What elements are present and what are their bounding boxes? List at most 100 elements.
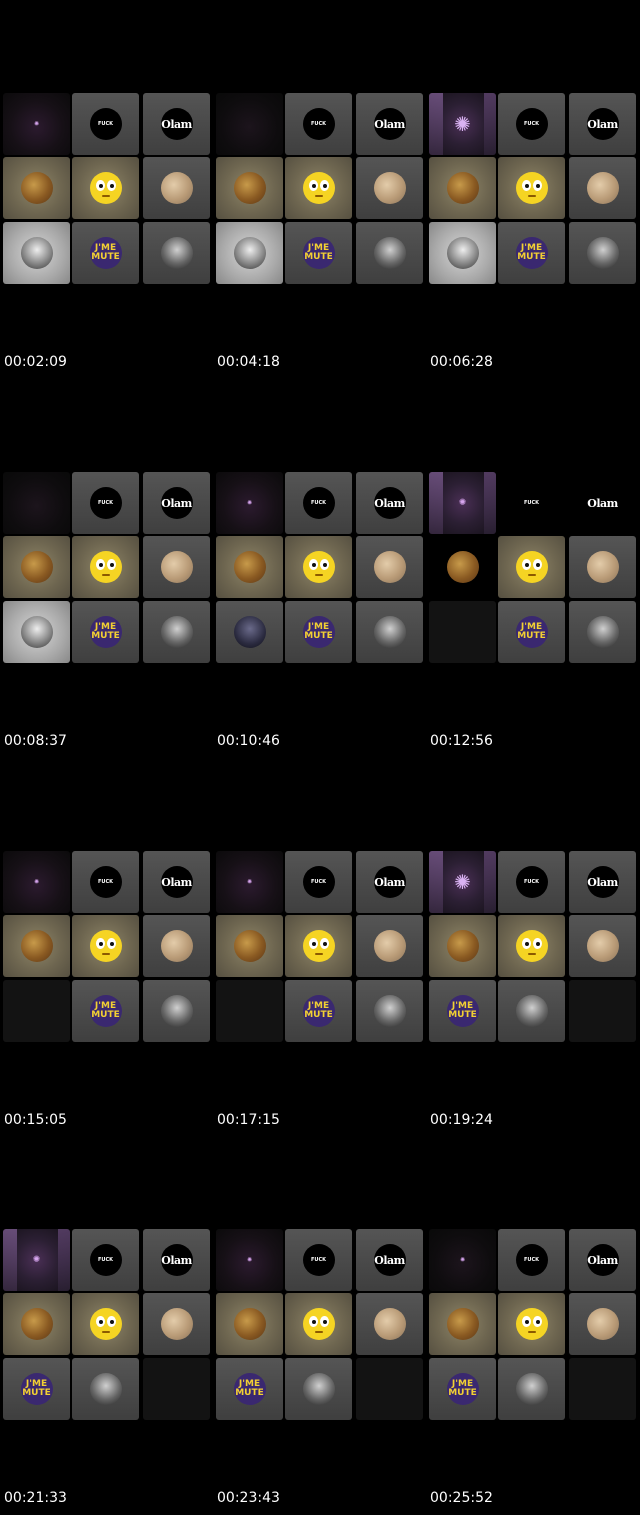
participant-avatar-bw [233,237,266,269]
participant-tile: J'ME MUTE [3,1358,70,1420]
video-frame: FUCK Olam J'ME MUTE [3,472,210,665]
mandala-icon: ✺ [33,120,40,128]
participant-tile: J'ME MUTE [429,980,496,1042]
participant-avatar-fk: FUCK [302,866,335,898]
avatar-text-line2: MUTE [517,631,546,641]
participant-tile: ✺ [429,851,496,913]
avatar-text-olam: Olam [161,496,192,510]
participant-tile [356,1293,423,1355]
video-frame: ✺ FUCK Olam J'ME MUTE [216,851,423,1044]
emoji-face-icon [302,551,335,583]
avatar-text-fuck: FUCK [523,1256,540,1263]
participant-avatar-bw2 [586,237,619,269]
participant-avatar-olam: Olam [160,866,193,898]
participant-tile: ✺ [429,472,496,534]
avatar-text-line2: MUTE [235,1388,264,1398]
participant-tile [3,601,70,663]
participant-avatar-olam: Olam [160,487,193,519]
participant-tile [216,601,283,663]
avatar-text-fuck: FUCK [310,878,327,885]
participant-avatar-jme-mute: J'ME MUTE [515,237,548,269]
participant-avatar-sand [373,930,406,962]
participant-avatar-toy [446,172,479,204]
timestamp-label: 00:23:43 [217,1490,280,1506]
participant-tile: Olam [569,93,636,155]
avatar-text-line2: MUTE [304,631,333,641]
participant-tile: Olam [569,472,636,534]
participant-tile: FUCK [285,1229,352,1291]
participant-tile: FUCK [498,851,565,913]
participant-tile: FUCK [285,93,352,155]
participant-tile [285,915,352,977]
participant-avatar-bw2 [515,1373,548,1405]
mouth [314,574,323,576]
right-eye [319,180,329,191]
participant-tile: Olam [143,851,210,913]
participant-tile [498,157,565,219]
avatar-text-fuck: FUCK [97,499,114,506]
participant-tile [498,980,565,1042]
avatar-text-olam: Olam [587,496,618,510]
mandala-icon: ✺ [32,1255,41,1265]
left-eye [308,559,318,570]
participant-avatar-olam: Olam [373,866,406,898]
participant-avatar-jme-mute: J'ME MUTE [302,237,335,269]
mouth [314,953,323,955]
emoji-face-icon [515,1308,548,1340]
avatar-text-line2: MUTE [448,1010,477,1020]
mandala-icon: ✺ [246,878,253,886]
right-eye [106,180,116,191]
participant-avatar-bw2 [373,995,406,1027]
avatar-text-olam: Olam [374,117,405,131]
participant-tile [143,536,210,598]
participant-tile [285,157,352,219]
left-eye [95,1316,105,1327]
participant-avatar-olam: Olam [373,1244,406,1276]
avatar-text-line2: MUTE [448,1388,477,1398]
participant-tile [3,472,70,534]
participant-tile [143,915,210,977]
participant-avatar-toy [233,1308,266,1340]
participant-avatar-bw2 [160,995,193,1027]
participant-avatar-jme-mute: J'ME MUTE [302,995,335,1027]
participant-tile [143,980,210,1042]
left-eye [521,1316,531,1327]
participant-tile: J'ME MUTE [72,980,139,1042]
participant-tile: FUCK [498,1229,565,1291]
participant-tile [216,222,283,284]
participant-tile: J'ME MUTE [285,980,352,1042]
left-eye [308,938,318,949]
participant-tile [72,915,139,977]
mandala-icon: ✺ [454,112,471,136]
participant-tile: Olam [143,472,210,534]
participant-tile [216,915,283,977]
avatar-text-fuck: FUCK [523,120,540,127]
participant-avatar-jme-mute: J'ME MUTE [446,995,479,1027]
participant-tile: ✺ [3,851,70,913]
left-eye [308,180,318,191]
participant-tile [569,980,636,1042]
avatar-text-line2: MUTE [91,631,120,641]
right-eye [532,180,542,191]
right-eye [532,938,542,949]
participant-tile [569,915,636,977]
participant-tile [429,601,496,663]
emoji-face-icon [515,172,548,204]
mouth [314,1331,323,1333]
avatar-text-olam: Olam [587,117,618,131]
participant-tile: J'ME MUTE [429,1358,496,1420]
participant-tile: Olam [569,1229,636,1291]
participant-avatar-fk: FUCK [89,1244,122,1276]
right-eye [532,559,542,570]
participant-avatar-fk: FUCK [515,866,548,898]
participant-avatar-bw2 [373,237,406,269]
left-eye [521,559,531,570]
participant-avatar-jme-mute: J'ME MUTE [89,616,122,648]
participant-avatar-bw2 [586,616,619,648]
participant-avatar-olam: Olam [586,487,619,519]
avatar-text-fuck: FUCK [310,120,327,127]
participant-avatar-fk: FUCK [89,866,122,898]
participant-avatar-bw2 [515,995,548,1027]
emoji-face-icon [89,551,122,583]
timestamp-label: 00:08:37 [4,733,67,749]
